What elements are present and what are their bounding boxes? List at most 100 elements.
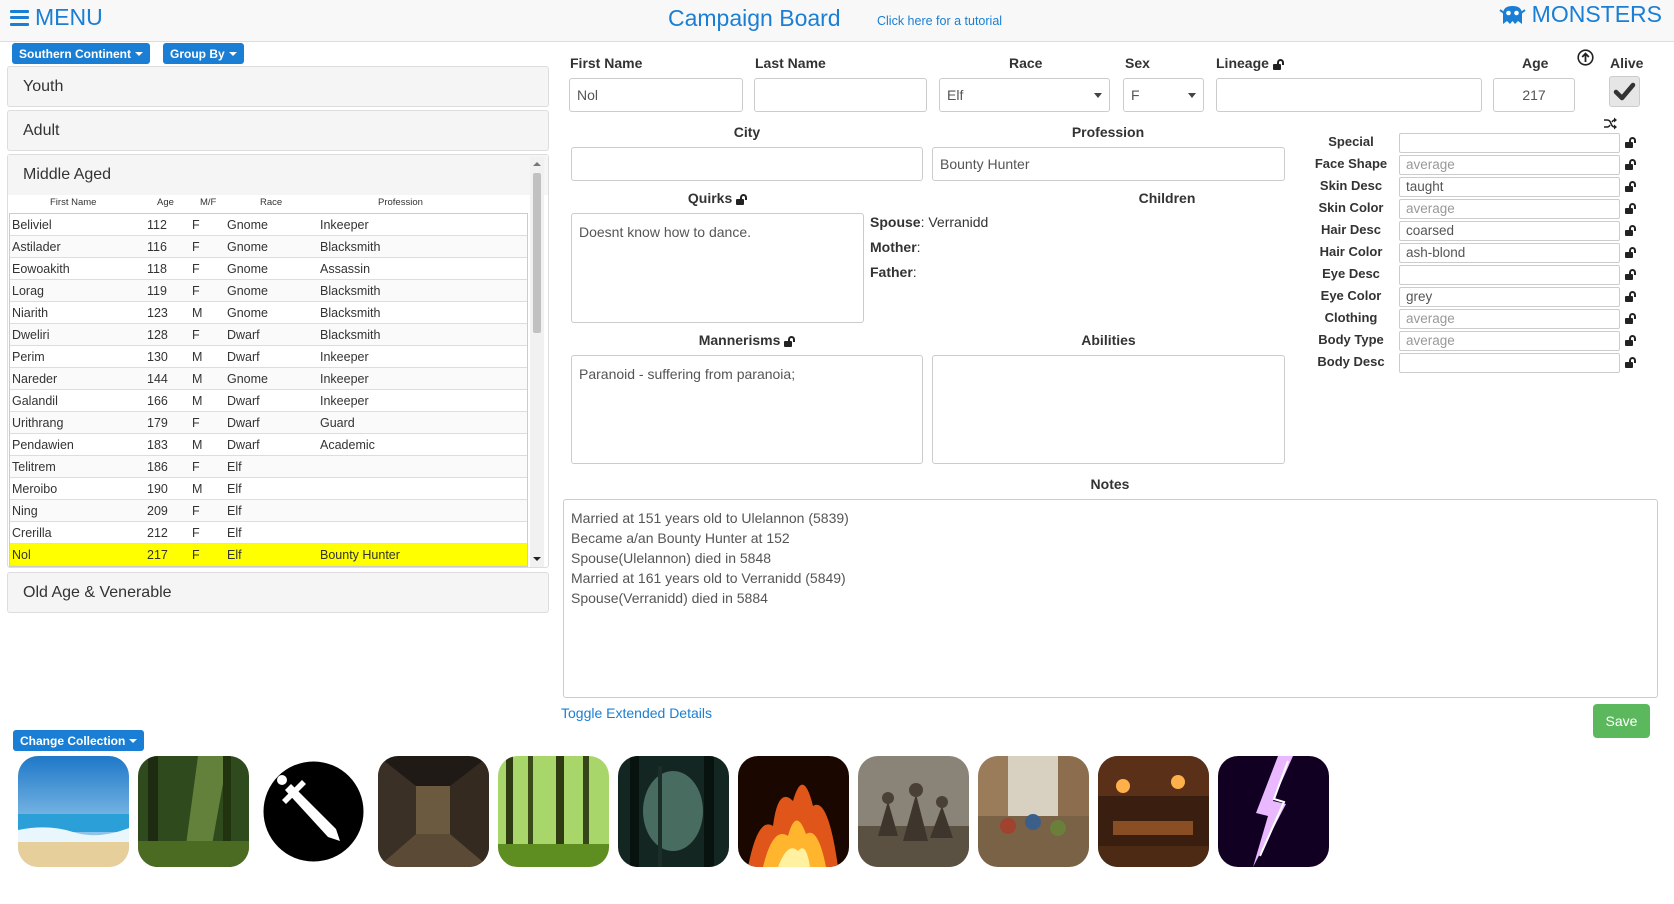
scene-market[interactable] xyxy=(978,756,1089,867)
sex-select[interactable]: F xyxy=(1123,78,1204,112)
mannerisms-field[interactable]: Paranoid - suffering from paranoia; xyxy=(571,355,923,464)
table-row[interactable]: Galandil 166 M Dwarf Inkeeper xyxy=(10,390,527,412)
scene-forest-glade[interactable] xyxy=(138,756,249,867)
hamburger-icon xyxy=(10,9,29,26)
trait-field-skin-desc[interactable]: taught xyxy=(1399,177,1620,197)
column-header-race[interactable]: Race xyxy=(260,197,282,208)
profession-label: Profession xyxy=(1071,124,1145,140)
unlock-icon[interactable] xyxy=(1625,269,1636,280)
scroll-down-icon[interactable] xyxy=(533,557,541,561)
group-by-dropdown[interactable]: Group By xyxy=(163,43,244,64)
column-header-first-name[interactable]: First Name xyxy=(50,197,96,208)
unlock-icon[interactable] xyxy=(1625,181,1636,192)
unlock-icon[interactable] xyxy=(1625,335,1636,346)
table-row[interactable]: Perim 130 M Dwarf Inkeeper xyxy=(10,346,527,368)
trait-field-hair-color[interactable]: ash-blond xyxy=(1399,243,1620,263)
cell-age: 119 xyxy=(147,284,167,298)
trait-field-eye-desc[interactable] xyxy=(1399,265,1620,285)
table-row[interactable]: Meroibo 190 M Elf xyxy=(10,478,527,500)
race-select[interactable]: Elf xyxy=(939,78,1110,112)
column-header-age[interactable]: Age xyxy=(157,197,174,208)
table-row[interactable]: Lorag 119 F Gnome Blacksmith xyxy=(10,280,527,302)
scroll-up-icon[interactable] xyxy=(533,162,541,166)
scroll-thumb[interactable] xyxy=(533,173,541,333)
trait-field-hair-desc[interactable]: coarsed xyxy=(1399,221,1620,241)
scene-lightning[interactable] xyxy=(1218,756,1329,867)
last-name-field[interactable] xyxy=(754,78,927,112)
scene-fire[interactable] xyxy=(738,756,849,867)
change-collection-dropdown[interactable]: Change Collection xyxy=(13,730,145,751)
table-row[interactable]: Telitrem 186 F Elf xyxy=(10,456,527,478)
unlock-icon[interactable] xyxy=(1625,137,1636,148)
table-row[interactable]: Dweliri 128 F Dwarf Blacksmith xyxy=(10,324,527,346)
scene-beach[interactable] xyxy=(18,756,129,867)
table-header: First Name Age M/F Race Profession xyxy=(9,196,528,210)
trait-label-eye-desc: Eye Desc xyxy=(1322,266,1380,281)
age-field[interactable]: 217 xyxy=(1493,78,1575,112)
cell-race: Elf xyxy=(227,504,242,518)
trait-field-special[interactable] xyxy=(1399,133,1620,153)
scene-tavern[interactable] xyxy=(1098,756,1209,867)
table-row[interactable]: Pendawien 183 M Dwarf Academic xyxy=(10,434,527,456)
cell-race: Gnome xyxy=(227,306,268,320)
group-youth[interactable]: Youth xyxy=(7,66,549,107)
table-scrollbar[interactable] xyxy=(530,157,544,567)
table-row[interactable]: Nareder 144 M Gnome Inkeeper xyxy=(10,368,527,390)
unlock-icon[interactable] xyxy=(1625,357,1636,368)
save-button[interactable]: Save xyxy=(1593,704,1650,738)
unlock-icon[interactable] xyxy=(736,193,748,205)
cell-sex: M xyxy=(192,394,203,408)
monsters-button[interactable]: MONSTERS xyxy=(1499,1,1662,28)
tutorial-link[interactable]: Click here for a tutorial xyxy=(877,14,1002,28)
unlock-icon[interactable] xyxy=(1272,58,1284,70)
unlock-icon[interactable] xyxy=(1625,159,1636,170)
menu-button[interactable]: MENU xyxy=(10,4,103,31)
table-row[interactable]: Beliviel 112 F Gnome Inkeeper xyxy=(10,214,527,236)
table-row[interactable]: Eowoakith 118 F Gnome Assassin xyxy=(10,258,527,280)
table-row[interactable]: Niarith 123 M Gnome Blacksmith xyxy=(10,302,527,324)
unlock-icon[interactable] xyxy=(784,335,796,347)
scene-battle[interactable] xyxy=(858,756,969,867)
group-middle-aged-heading[interactable]: Middle Aged xyxy=(8,155,548,195)
trait-field-eye-color[interactable]: grey xyxy=(1399,287,1620,307)
trait-field-body-desc[interactable] xyxy=(1399,353,1620,373)
profession-field[interactable]: Bounty Hunter xyxy=(932,147,1285,181)
notes-field[interactable]: Married at 151 years old to Ulelannon (5… xyxy=(563,499,1658,698)
unlock-icon[interactable] xyxy=(1625,313,1636,324)
table-row[interactable]: Astilader 116 F Gnome Blacksmith xyxy=(10,236,527,258)
unlock-icon[interactable] xyxy=(1625,291,1636,302)
scene-green-forest[interactable] xyxy=(498,756,609,867)
unlock-icon[interactable] xyxy=(1625,203,1636,214)
table-row[interactable]: Urithrang 179 F Dwarf Guard xyxy=(10,412,527,434)
column-header-profession[interactable]: Profession xyxy=(378,197,423,208)
group-old-age[interactable]: Old Age & Venerable xyxy=(7,572,549,613)
abilities-field[interactable] xyxy=(932,355,1285,464)
trait-field-skin-color[interactable]: average xyxy=(1399,199,1620,219)
unlock-icon[interactable] xyxy=(1625,225,1636,236)
scene-dungeon[interactable] xyxy=(378,756,489,867)
cell-profession: Inkeeper xyxy=(320,394,369,408)
first-name-field[interactable]: Nol xyxy=(569,78,743,112)
table-row[interactable]: Nol 217 F Elf Bounty Hunter xyxy=(10,544,527,566)
shuffle-icon[interactable] xyxy=(1603,117,1618,130)
city-field[interactable] xyxy=(571,147,923,181)
table-row[interactable]: Ning 209 F Elf xyxy=(10,500,527,522)
scroll-to-top-icon[interactable] xyxy=(1577,49,1594,66)
trait-field-clothing[interactable]: average xyxy=(1399,309,1620,329)
table-row[interactable]: Crerilla 212 F Elf xyxy=(10,522,527,544)
cell-age: 116 xyxy=(147,240,167,254)
region-dropdown[interactable]: Southern Continent xyxy=(12,43,150,64)
trait-field-body-type[interactable]: average xyxy=(1399,331,1620,351)
quirks-field[interactable]: Doesnt know how to dance. xyxy=(571,213,864,323)
unlock-icon[interactable] xyxy=(1625,247,1636,258)
spouse-value[interactable]: Verranidd xyxy=(928,214,988,230)
scene-dark-forest[interactable] xyxy=(618,756,729,867)
alive-checkbox[interactable] xyxy=(1609,76,1640,107)
toggle-extended-details-link[interactable]: Toggle Extended Details xyxy=(561,705,712,721)
cell-sex: F xyxy=(192,262,200,276)
trait-field-face-shape[interactable]: average xyxy=(1399,155,1620,175)
lineage-field[interactable] xyxy=(1216,78,1482,112)
column-header-sex[interactable]: M/F xyxy=(200,197,216,208)
group-adult[interactable]: Adult xyxy=(7,110,549,151)
scene-sword[interactable] xyxy=(258,756,369,867)
